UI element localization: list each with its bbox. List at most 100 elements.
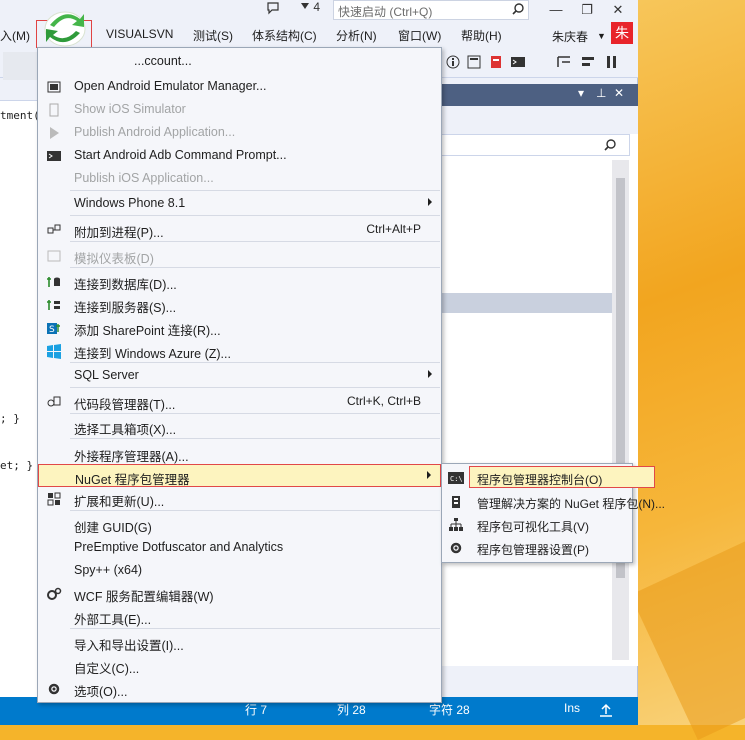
feedback-icon[interactable] — [266, 1, 280, 18]
menu-item-dashboard[interactable]: 模拟仪表板(D) — [38, 244, 441, 267]
layout-icon[interactable] — [556, 54, 572, 70]
vertical-scrollbar[interactable] — [612, 160, 629, 660]
submenu-arrow-icon — [428, 198, 432, 206]
menu-item-azure[interactable]: 连接到 Windows Azure (Z)... — [38, 339, 441, 362]
menu-item-toolbox-items[interactable]: 选择工具箱项(X)... — [38, 415, 441, 438]
menu-separator — [70, 190, 440, 191]
menu-item-extensions[interactable]: 扩展和更新(U)... — [38, 487, 441, 510]
user-name[interactable]: 朱庆春 — [552, 28, 588, 45]
windows-icon — [47, 344, 61, 359]
menu-item-adb-prompt[interactable]: Start Android Adb Command Prompt... — [38, 144, 441, 167]
menu-separator — [70, 362, 440, 363]
menu-item-snippets[interactable]: 代码段管理器(T)... Ctrl+K, Ctrl+B — [38, 390, 441, 413]
menu-item-options[interactable]: 选项(O)... — [38, 677, 441, 700]
menu-item-publish-android[interactable]: Publish Android Application... — [38, 121, 441, 144]
menu-item-label: NuGet 程序包管理器 — [75, 473, 190, 487]
menu-help[interactable]: 帮助(H) — [461, 27, 502, 44]
tool-window-search[interactable] — [440, 134, 630, 156]
title-bar: 4 快速启动 (Ctrl+Q) — ❐ ✕ — [0, 0, 638, 22]
menu-item-attach-process[interactable]: 附加到进程(P)... Ctrl+Alt+P — [38, 218, 441, 241]
panel-dropdown-icon[interactable]: ▾ — [578, 86, 584, 100]
menu-item-label: Show iOS Simulator — [74, 102, 186, 116]
menu-item-publish-ios[interactable]: Publish iOS Application... — [38, 167, 441, 190]
menu-test[interactable]: 测试(S) — [193, 27, 233, 44]
menu-architecture[interactable]: 体系结构(C) — [252, 27, 317, 44]
search-icon — [512, 3, 524, 15]
menu-window[interactable]: 窗口(W) — [398, 27, 441, 44]
menu-item-sql-server[interactable]: SQL Server — [38, 364, 441, 387]
menu-item-account[interactable]: ...ccount... — [38, 50, 441, 73]
menu-item-label: 添加 SharePoint 连接(R)... — [74, 324, 221, 338]
hierarchy-icon — [449, 518, 463, 531]
format-icon[interactable] — [604, 54, 620, 70]
status-col: 列 28 — [337, 703, 366, 717]
tool-window-selected-row[interactable] — [440, 293, 612, 313]
menu-item-label: Windows Phone 8.1 — [74, 196, 186, 210]
menu-item-connect-database[interactable]: 连接到数据库(D)... — [38, 270, 441, 293]
minimize-button[interactable]: — — [542, 0, 570, 20]
user-dropdown-icon[interactable]: ▼ — [597, 31, 606, 41]
submenu-item-label: 程序包可视化工具(V) — [477, 520, 589, 534]
menu-item-label: 连接到服务器(S)... — [74, 301, 177, 315]
menu-item-label: 扩展和更新(U)... — [74, 495, 165, 509]
database-connect-icon — [47, 277, 60, 287]
menu-separator — [70, 267, 440, 268]
menu-item-create-guid[interactable]: 创建 GUID(G) — [38, 513, 441, 536]
wcf-gear-icon — [47, 587, 62, 600]
pin-icon[interactable]: ⊥ — [596, 86, 606, 100]
close-button[interactable]: ✕ — [604, 0, 632, 20]
submenu-item-package-console[interactable]: 程序包管理器控制台(O) — [469, 466, 655, 488]
submenu-item-manage-packages[interactable]: 管理解决方案的 NuGet 程序包(N)... — [442, 491, 665, 513]
menu-separator — [70, 510, 440, 511]
dashboard-icon — [47, 250, 61, 262]
code-editor[interactable]: tment() ; } et; } — [0, 100, 46, 700]
menu-item-wcf-editor[interactable]: WCF 服务配置编辑器(W) — [38, 582, 441, 605]
info-icon[interactable] — [446, 55, 460, 69]
properties-icon[interactable] — [466, 54, 482, 70]
menu-item-import-export[interactable]: 导入和导出设置(I)... — [38, 631, 441, 654]
menu-item-ios-simulator[interactable]: Show iOS Simulator — [38, 98, 441, 121]
menu-item-addin-manager[interactable]: 外接程序管理器(A)... — [38, 442, 441, 465]
menu-team[interactable]: 入(M) — [0, 27, 30, 44]
submenu-item-label: 程序包管理器控制台(O) — [477, 473, 603, 487]
menu-separator — [70, 628, 440, 629]
menu-item-dotfuscator[interactable]: PreEmptive Dotfuscator and Analytics — [38, 536, 441, 559]
svg-text:S: S — [49, 325, 55, 335]
menu-item-android-emulator[interactable]: Open Android Emulator Manager... — [38, 75, 441, 98]
menu-analyze[interactable]: 分析(N) — [336, 27, 377, 44]
notification-flag[interactable]: 4 — [300, 0, 320, 14]
menu-item-shortcut: Ctrl+K, Ctrl+B — [346, 394, 421, 408]
restore-button[interactable]: ❐ — [573, 0, 601, 20]
submenu-item-settings[interactable]: 程序包管理器设置(P) — [442, 537, 632, 559]
panel-close-icon[interactable]: ✕ — [614, 86, 624, 100]
search-icon — [604, 139, 616, 151]
menu-item-windows-phone[interactable]: Windows Phone 8.1 — [38, 192, 441, 215]
server-explorer-icon[interactable] — [488, 54, 504, 70]
attach-process-icon — [47, 224, 61, 234]
submenu-item-label: 程序包管理器设置(P) — [477, 543, 589, 557]
ios-simulator-icon — [49, 103, 59, 117]
menu-item-external-tools[interactable]: 外部工具(E)... — [38, 605, 441, 628]
publish-icon[interactable] — [598, 703, 614, 719]
menu-item-label: 外部工具(E)... — [74, 613, 152, 627]
menu-item-label: Publish iOS Application... — [74, 171, 214, 185]
app-logo-icon — [44, 11, 86, 47]
menu-item-customize[interactable]: 自定义(C)... — [38, 654, 441, 677]
menu-item-label: 附加到进程(P)... — [74, 226, 164, 240]
server-connect-icon — [47, 300, 60, 310]
menu-visualsvn[interactable]: VISUALSVN — [106, 27, 173, 41]
menu-item-label: 选项(O)... — [74, 685, 128, 699]
avatar[interactable]: 朱 — [611, 22, 633, 44]
quick-launch-input[interactable]: 快速启动 (Ctrl+Q) — [333, 0, 529, 20]
menu-item-label: 创建 GUID(G) — [74, 521, 152, 535]
align-icon[interactable] — [580, 54, 596, 70]
quick-launch-placeholder: 快速启动 (Ctrl+Q) — [338, 5, 433, 19]
submenu-item-visualizer[interactable]: 程序包可视化工具(V) — [442, 514, 632, 536]
menu-item-sharepoint[interactable]: S 添加 SharePoint 连接(R)... — [38, 316, 441, 339]
menu-item-label: 导入和导出设置(I)... — [74, 639, 184, 653]
gear-icon — [450, 542, 462, 554]
console-toolbar-icon[interactable] — [510, 54, 526, 70]
menu-item-connect-server[interactable]: 连接到服务器(S)... — [38, 293, 441, 316]
menu-item-nuget[interactable]: NuGet 程序包管理器 — [38, 464, 441, 487]
menu-item-spy[interactable]: Spy++ (x64) — [38, 559, 441, 582]
